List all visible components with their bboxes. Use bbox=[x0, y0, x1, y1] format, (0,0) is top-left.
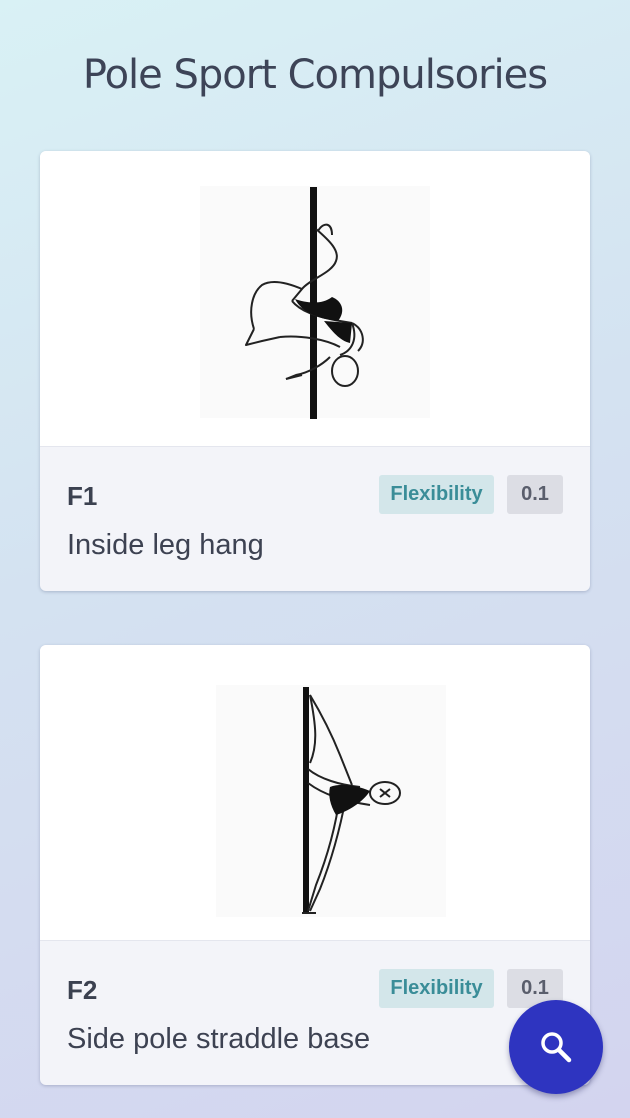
pole-figure-icon bbox=[216, 685, 446, 917]
move-illustration bbox=[40, 151, 590, 447]
move-card-f1[interactable]: F1 Flexibility 0.1 Inside leg hang bbox=[40, 151, 590, 591]
move-name: Inside leg hang bbox=[67, 529, 264, 561]
search-button[interactable] bbox=[509, 1000, 603, 1094]
move-illustration bbox=[40, 645, 590, 941]
move-code: F1 bbox=[67, 481, 98, 511]
category-tag: Flexibility bbox=[379, 475, 494, 514]
page-title: Pole Sport Compulsories bbox=[82, 52, 548, 98]
category-tag: Flexibility bbox=[379, 969, 494, 1008]
card-info: F2 Flexibility 0.1 Side pole straddle ba… bbox=[40, 941, 590, 1085]
search-icon bbox=[541, 1032, 572, 1063]
pole-figure-icon bbox=[200, 186, 430, 419]
value-tag: 0.1 bbox=[507, 475, 563, 514]
move-name: Side pole straddle base bbox=[67, 1023, 371, 1055]
move-card-f2[interactable]: F2 Flexibility 0.1 Side pole straddle ba… bbox=[40, 645, 590, 1085]
move-code: F2 bbox=[67, 975, 98, 1005]
card-info: F1 Flexibility 0.1 Inside leg hang bbox=[40, 447, 590, 591]
